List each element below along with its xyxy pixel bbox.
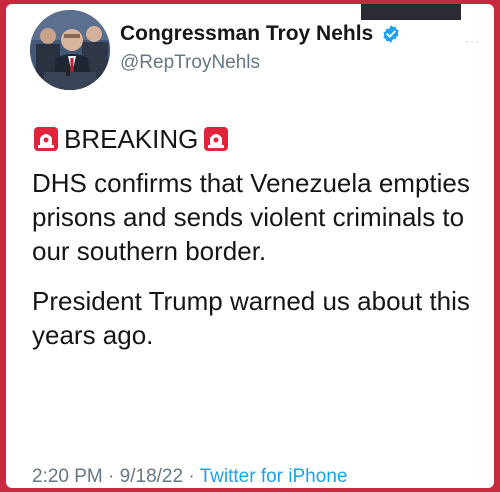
siren-icon bbox=[204, 127, 229, 151]
tweet-date[interactable]: 9/18/22 bbox=[120, 466, 183, 487]
tweet-card: ··· Congressman Troy Nehls @RepTroyNehls… bbox=[6, 4, 494, 488]
author-name-row[interactable]: Congressman Troy Nehls bbox=[120, 22, 401, 46]
author-avatar[interactable] bbox=[30, 10, 110, 90]
screenshot-frame: ··· Congressman Troy Nehls @RepTroyNehls… bbox=[0, 0, 500, 492]
tweet-time[interactable]: 2:20 PM bbox=[32, 466, 103, 487]
tweet-header: Congressman Troy Nehls @RepTroyNehls bbox=[120, 22, 401, 74]
verified-badge-icon bbox=[383, 25, 399, 43]
meta-separator: · bbox=[188, 466, 195, 487]
meta-separator: · bbox=[108, 466, 115, 487]
breaking-text: BREAKING bbox=[64, 124, 199, 154]
more-icon[interactable]: ··· bbox=[465, 34, 480, 48]
breaking-headline: BREAKING bbox=[32, 122, 482, 156]
tweet-source-link[interactable]: Twitter for iPhone bbox=[200, 466, 348, 487]
tweet-meta: 2:20 PM · 9/18/22 · Twitter for iPhone bbox=[32, 466, 347, 488]
author-handle[interactable]: @RepTroyNehls bbox=[120, 52, 401, 74]
siren-icon bbox=[34, 127, 58, 151]
tweet-body: BREAKING DHS confirms that Venezuela emp… bbox=[32, 122, 482, 368]
avatar-photo bbox=[30, 10, 110, 90]
tweet-paragraph-2: President Trump warned us about this yea… bbox=[32, 286, 470, 350]
tweet-paragraph-1: DHS confirms that Venezuela empties pris… bbox=[32, 168, 470, 266]
author-name[interactable]: Congressman Troy Nehls bbox=[120, 22, 373, 46]
overlay-strip bbox=[361, 4, 461, 20]
